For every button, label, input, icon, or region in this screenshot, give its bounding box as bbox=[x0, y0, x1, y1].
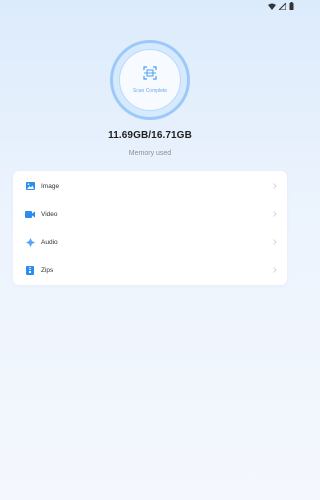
signal-icon bbox=[279, 2, 286, 10]
image-icon bbox=[25, 181, 35, 191]
scan-progress-ring: Scan Complete bbox=[110, 40, 190, 120]
scan-inner-circle: Scan Complete bbox=[119, 49, 181, 111]
zip-icon bbox=[25, 265, 35, 275]
audio-icon bbox=[25, 237, 35, 247]
category-item-zips[interactable]: Zips bbox=[13, 256, 287, 284]
category-item-video[interactable]: Video bbox=[13, 200, 287, 228]
category-label: Image bbox=[41, 182, 60, 190]
chevron-right-icon bbox=[273, 267, 277, 273]
wifi-icon bbox=[268, 3, 276, 10]
category-item-audio[interactable]: Audio bbox=[13, 228, 287, 256]
chevron-right-icon bbox=[273, 183, 277, 189]
chevron-right-icon bbox=[273, 211, 277, 217]
video-icon bbox=[25, 209, 35, 219]
category-list: Image Video Audio Zips bbox=[13, 171, 287, 285]
scan-status-text: Scan Complete bbox=[132, 88, 168, 94]
status-bar bbox=[268, 0, 294, 12]
category-label: Audio bbox=[41, 238, 58, 246]
memory-usage-value: 11.69GB/16.71GB bbox=[108, 130, 192, 141]
category-label: Zips bbox=[41, 266, 54, 274]
scan-icon bbox=[143, 66, 157, 85]
category-label: Video bbox=[41, 210, 58, 218]
category-item-image[interactable]: Image bbox=[13, 172, 287, 200]
memory-usage-label: Memory used bbox=[128, 150, 172, 157]
chevron-right-icon bbox=[273, 239, 277, 245]
battery-icon bbox=[289, 2, 294, 10]
